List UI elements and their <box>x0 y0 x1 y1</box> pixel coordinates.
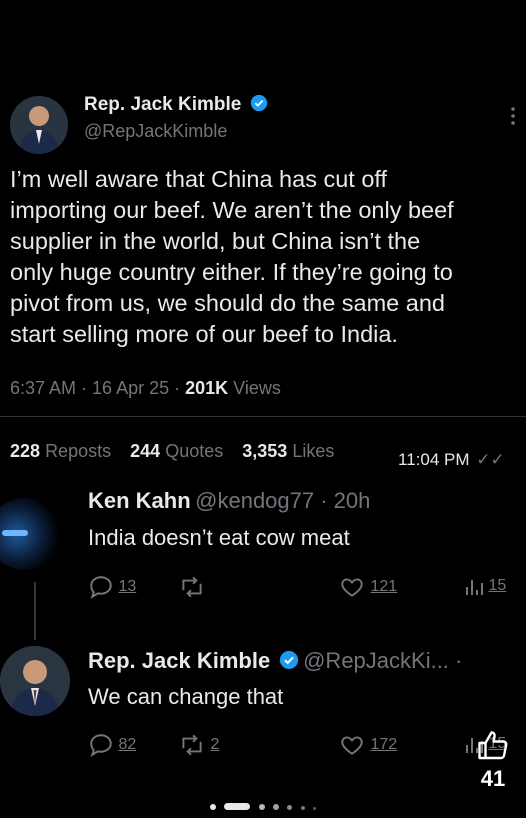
views-button[interactable]: 15 <box>464 574 506 598</box>
reposts-stat[interactable]: 228 Reposts <box>10 441 111 461</box>
tweet-line: pivot from us, we should do the same and <box>10 290 445 316</box>
carousel-dot[interactable] <box>300 806 305 810</box>
tweet-line: only huge country either. If they’re goi… <box>10 259 453 285</box>
thumbs-up-icon[interactable] <box>475 728 511 764</box>
avatar[interactable] <box>0 498 60 570</box>
tweet-line: start selling more of our beef to India. <box>10 321 398 347</box>
reply-actions: 82 2 172 15 <box>88 732 526 760</box>
carousel-dot-active[interactable] <box>224 803 251 810</box>
carousel-dot[interactable] <box>287 805 293 810</box>
likes-stat[interactable]: 3,353 Likes <box>242 441 334 461</box>
tweet-line: importing our beef. We aren’t the only b… <box>10 197 454 223</box>
verified-badge-icon <box>250 94 268 117</box>
read-receipt-icon: ✓✓ <box>476 450 505 469</box>
carousel-dot[interactable] <box>273 804 279 810</box>
avatar[interactable] <box>10 96 68 154</box>
verified-badge-icon <box>279 650 299 675</box>
tweet-text: I’m well aware that China has cut off im… <box>10 164 522 350</box>
author-handle[interactable]: @RepJackKimble <box>84 121 227 142</box>
reply-author-handle[interactable]: @RepJackKi... · <box>303 648 462 673</box>
reply-button[interactable]: 82 <box>88 732 136 758</box>
repost-button[interactable]: 2 <box>178 732 219 758</box>
top-tweet[interactable]: Rep. Jack Kimble @RepJackKimble I’m well… <box>0 88 526 470</box>
repost-button[interactable] <box>178 574 206 600</box>
more-options-icon[interactable] <box>508 104 518 128</box>
tweet-line: supplier in the world, but China isn’t t… <box>10 228 421 254</box>
avatar[interactable] <box>0 646 70 716</box>
reply-author-name[interactable]: Ken Kahn <box>88 488 191 513</box>
reply-text: We can change that <box>88 684 284 709</box>
views-label: Views <box>228 378 281 398</box>
thread-line <box>34 582 36 640</box>
tweet-meta: 6:37 AM · 16 Apr 25 · 201K Views <box>10 378 281 399</box>
tweet-stats: 228 Reposts 244 Quotes 3,353 Likes <box>10 441 334 462</box>
carousel-dot[interactable] <box>209 804 216 810</box>
carousel-dot[interactable] <box>313 807 317 810</box>
reply-actions: 13 121 15 <box>88 574 526 602</box>
reply-tweet[interactable]: Ken Kahn @kendog77 · 20h India doesn’t e… <box>0 470 526 620</box>
reply-text: India doesn’t eat cow meat <box>88 525 350 550</box>
tweet-line: I’m well aware that China has cut off <box>10 166 388 192</box>
divider <box>0 416 526 417</box>
like-overlay-count: 41 <box>480 766 506 791</box>
reply-tweet[interactable]: Rep. Jack Kimble @RepJackKi... · We can … <box>0 640 526 780</box>
like-button[interactable]: 121 <box>338 574 397 600</box>
quotes-stat[interactable]: 244 Quotes <box>130 441 223 461</box>
tweet-timestamp[interactable]: 6:37 AM · 16 Apr 25 · <box>10 378 185 398</box>
like-overlay[interactable]: 41 <box>470 728 516 798</box>
carousel-dot[interactable] <box>258 804 265 810</box>
screenshot-time-overlay: 11:04 PM ✓✓ <box>398 450 505 469</box>
reply-button[interactable]: 13 <box>88 574 136 600</box>
like-button[interactable]: 172 <box>338 732 397 758</box>
replies-section: Ken Kahn @kendog77 · 20h India doesn’t e… <box>0 470 526 780</box>
carousel-indicator[interactable] <box>0 802 526 810</box>
reply-author-handle[interactable]: @kendog77 · 20h <box>195 488 370 513</box>
reply-author-name[interactable]: Rep. Jack Kimble <box>88 648 270 673</box>
views-count: 201K <box>185 378 229 398</box>
author-name[interactable]: Rep. Jack Kimble <box>84 94 241 115</box>
